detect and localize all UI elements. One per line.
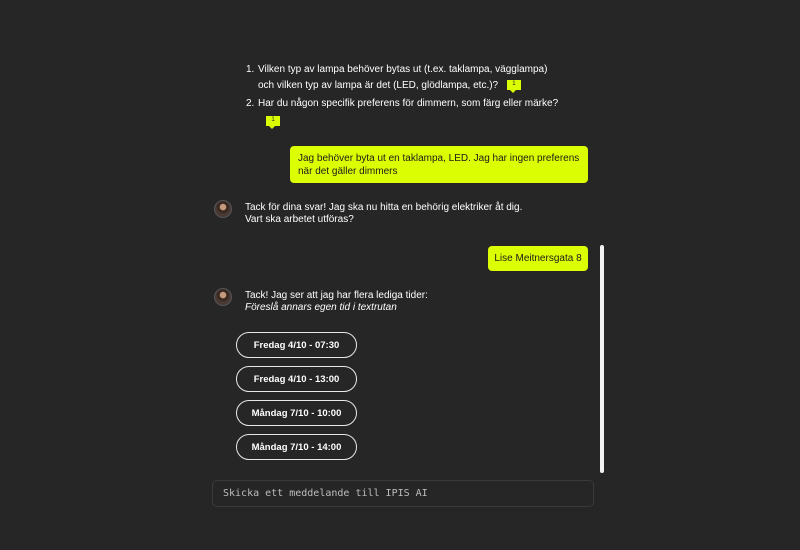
time-slot-button[interactable]: Fredag 4/10 - 13:00: [236, 366, 357, 392]
assistant-message-line: Vart ska arbetet utföras?: [245, 214, 354, 225]
list-item: 1. Vilken typ av lampa behöver bytas ut …: [246, 62, 566, 94]
citation-badge-icon[interactable]: 1: [506, 80, 521, 94]
question-text-line: Vilken typ av lampa behöver bytas ut (t.…: [258, 64, 548, 75]
message-input-container: [212, 480, 594, 507]
question-list: 1. Vilken typ av lampa behöver bytas ut …: [246, 62, 566, 129]
time-slot-button[interactable]: Måndag 7/10 - 10:00: [236, 400, 357, 426]
time-slot-button[interactable]: Fredag 4/10 - 07:30: [236, 332, 357, 358]
message-input[interactable]: [213, 481, 593, 506]
question-text-line: och vilken typ av lampa är det (LED, glö…: [258, 80, 499, 91]
question-text-line: Har du någon specifik preferens för dimm…: [258, 98, 559, 109]
list-number: 1.: [246, 64, 255, 75]
time-slot-button[interactable]: Måndag 7/10 - 14:00: [236, 434, 357, 460]
assistant-message-hint: Föreslå annars egen tid i textrutan: [245, 302, 397, 313]
citation-badge-icon[interactable]: 1: [266, 116, 280, 129]
assistant-message: Tack! Jag ser att jag har flera lediga t…: [214, 288, 594, 314]
avatar: [214, 288, 232, 306]
avatar: [214, 200, 232, 218]
list-number: 2.: [246, 98, 255, 109]
list-item: 2. Har du någon specifik preferens för d…: [246, 96, 566, 129]
assistant-message-line: Tack för dina svar! Jag ska nu hitta en …: [245, 202, 523, 213]
user-message-bubble: Jag behöver byta ut en taklampa, LED. Ja…: [290, 146, 588, 183]
chat-window: 1. Vilken typ av lampa behöver bytas ut …: [0, 0, 800, 550]
assistant-message: Tack för dina svar! Jag ska nu hitta en …: [214, 200, 594, 226]
scrollbar[interactable]: [600, 245, 604, 473]
assistant-message-line: Tack! Jag ser att jag har flera lediga t…: [245, 290, 428, 301]
user-message-bubble: Lise Meitnersgata 8: [488, 246, 588, 271]
